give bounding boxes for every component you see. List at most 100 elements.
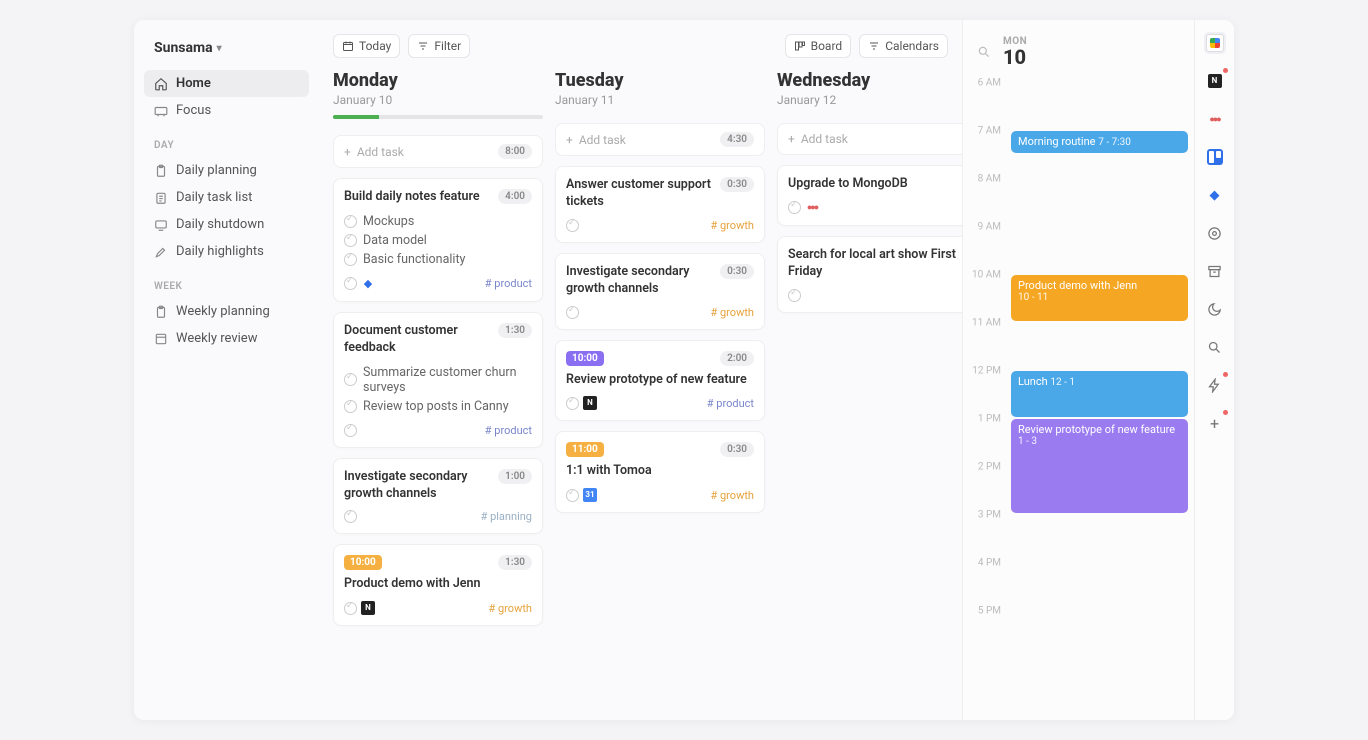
complete-checkbox-icon[interactable] xyxy=(788,201,801,214)
checkbox-icon[interactable] xyxy=(344,215,357,228)
asana-rail-icon[interactable]: ●●● xyxy=(1204,108,1226,130)
complete-checkbox-icon[interactable] xyxy=(566,306,579,319)
notion-icon: N xyxy=(361,601,375,615)
plus-icon: + xyxy=(344,145,351,159)
sidebar: Sunsama ▾ Home Focus DAY Daily planning … xyxy=(134,20,319,720)
add-task-button[interactable]: + Add task 4:30 xyxy=(555,123,765,156)
task-card[interactable]: Search for local art show First Friday xyxy=(777,236,962,313)
task-card[interactable]: Document customer feedback 1:30 Summariz… xyxy=(333,312,543,448)
channel-tag[interactable]: growth xyxy=(710,306,754,319)
event-title: Review prototype of new feature xyxy=(1018,423,1181,436)
nav-home[interactable]: Home xyxy=(144,70,309,97)
archive-rail-icon[interactable] xyxy=(1204,260,1226,282)
workspace-name: Sunsama xyxy=(154,40,213,56)
task-title: Investigate secondary growth channels xyxy=(566,264,714,298)
sidebar-item[interactable]: Weekly planning xyxy=(144,298,309,325)
channel-tag[interactable]: growth xyxy=(710,219,754,232)
calendar-event[interactable]: Lunch 12 - 1 xyxy=(1011,371,1188,417)
board-button[interactable]: Board xyxy=(785,34,852,58)
gcal-rail-icon[interactable] xyxy=(1204,32,1226,54)
channel-tag[interactable]: product xyxy=(485,424,532,437)
calendar-event[interactable]: Product demo with Jenn10 - 11 xyxy=(1011,275,1188,321)
subtask-label: Summarize customer churn surveys xyxy=(363,365,532,395)
gcal-icon: 31 xyxy=(583,488,597,502)
filter-icon xyxy=(417,40,429,52)
subtask[interactable]: Data model xyxy=(344,231,532,250)
sidebar-item-label: Weekly review xyxy=(176,331,257,346)
hour-label: 10 AM xyxy=(963,270,1009,281)
sidebar-item-label: Daily planning xyxy=(176,163,257,178)
task-card[interactable]: Answer customer support tickets 0:30 gro… xyxy=(555,166,765,243)
sidebar-item[interactable]: Daily shutdown xyxy=(144,211,309,238)
complete-checkbox-icon[interactable] xyxy=(566,397,579,410)
add-task-button[interactable]: + Add task xyxy=(777,123,962,155)
task-title: Search for local art show First Friday xyxy=(788,247,962,281)
column-title: Monday xyxy=(333,70,543,91)
event-title: Product demo with Jenn xyxy=(1018,279,1181,292)
task-card[interactable]: 10:00 1:30 Product demo with Jenn N grow… xyxy=(333,544,543,626)
jira-rail-icon[interactable]: ◆ xyxy=(1204,184,1226,206)
trello-rail-icon[interactable] xyxy=(1204,146,1226,168)
channel-tag[interactable]: growth xyxy=(710,489,754,502)
checkbox-icon[interactable] xyxy=(344,400,357,413)
lightning-rail-icon[interactable] xyxy=(1204,374,1226,396)
complete-checkbox-icon[interactable] xyxy=(344,602,357,615)
nav-label: Focus xyxy=(176,103,211,118)
task-duration: 4:00 xyxy=(498,189,532,204)
task-card[interactable]: Upgrade to MongoDB ●●● xyxy=(777,165,962,226)
plus-rail-icon[interactable]: + xyxy=(1204,412,1226,434)
complete-checkbox-icon[interactable] xyxy=(344,424,357,437)
event-time: 7 - 7:30 xyxy=(1098,137,1131,148)
sidebar-section-title: DAY xyxy=(144,124,309,157)
channel-tag[interactable]: product xyxy=(707,397,754,410)
search-icon[interactable] xyxy=(977,45,993,59)
complete-checkbox-icon[interactable] xyxy=(566,219,579,232)
calendar-event[interactable]: Morning routine 7 - 7:30 xyxy=(1011,131,1188,153)
calendar-event[interactable]: Review prototype of new feature1 - 3 xyxy=(1011,419,1188,513)
hour-label: 9 AM xyxy=(963,222,1009,233)
settings-rail-icon[interactable] xyxy=(1204,222,1226,244)
calendars-button[interactable]: Calendars xyxy=(859,34,948,58)
calendar-timeline[interactable]: 6 AM7 AM8 AM9 AM10 AM11 AM12 PM1 PM2 PM3… xyxy=(963,73,1194,720)
highlight-icon xyxy=(154,245,168,259)
today-button[interactable]: Today xyxy=(333,34,400,58)
moon-rail-icon[interactable] xyxy=(1204,298,1226,320)
add-task-label: Add task xyxy=(801,132,848,146)
channel-tag[interactable]: planning xyxy=(481,510,532,523)
hour-label: 6 AM xyxy=(963,78,1009,89)
add-task-button[interactable]: + Add task 8:00 xyxy=(333,135,543,168)
sidebar-item[interactable]: Weekly review xyxy=(144,325,309,352)
sidebar-item[interactable]: Daily highlights xyxy=(144,238,309,265)
sidebar-item[interactable]: Daily planning xyxy=(144,157,309,184)
task-title: Answer customer support tickets xyxy=(566,177,714,211)
search-rail-icon[interactable] xyxy=(1204,336,1226,358)
workspace-switcher[interactable]: Sunsama ▾ xyxy=(144,40,309,70)
subtask[interactable]: Summarize customer churn surveys xyxy=(344,363,532,397)
shutdown-icon xyxy=(154,218,168,232)
sidebar-item-label: Daily shutdown xyxy=(176,217,264,232)
complete-checkbox-icon[interactable] xyxy=(788,289,801,302)
complete-checkbox-icon[interactable] xyxy=(344,277,357,290)
task-card[interactable]: Investigate secondary growth channels 1:… xyxy=(333,458,543,535)
nav-focus[interactable]: Focus xyxy=(144,97,309,124)
checkbox-icon[interactable] xyxy=(344,373,357,386)
scheduled-time-badge: 10:00 xyxy=(344,555,382,570)
task-card[interactable]: Build daily notes feature 4:00 Mockups D… xyxy=(333,178,543,302)
subtask[interactable]: Review top posts in Canny xyxy=(344,397,532,416)
subtask[interactable]: Mockups xyxy=(344,212,532,231)
hour-label: 3 PM xyxy=(963,510,1009,521)
sidebar-item[interactable]: Daily task list xyxy=(144,184,309,211)
task-card[interactable]: 10:00 2:00 Review prototype of new featu… xyxy=(555,340,765,422)
task-card[interactable]: Investigate secondary growth channels 0:… xyxy=(555,253,765,330)
scheduled-time-badge: 10:00 xyxy=(566,351,604,366)
checkbox-icon[interactable] xyxy=(344,234,357,247)
checkbox-icon[interactable] xyxy=(344,253,357,266)
complete-checkbox-icon[interactable] xyxy=(566,489,579,502)
notion-rail-icon[interactable]: N xyxy=(1204,70,1226,92)
subtask[interactable]: Basic functionality xyxy=(344,250,532,269)
complete-checkbox-icon[interactable] xyxy=(344,510,357,523)
filter-button[interactable]: Filter xyxy=(408,34,470,58)
channel-tag[interactable]: growth xyxy=(488,602,532,615)
channel-tag[interactable]: product xyxy=(485,277,532,290)
task-card[interactable]: 11:00 0:30 1:1 with Tomoa 31 growth xyxy=(555,431,765,513)
